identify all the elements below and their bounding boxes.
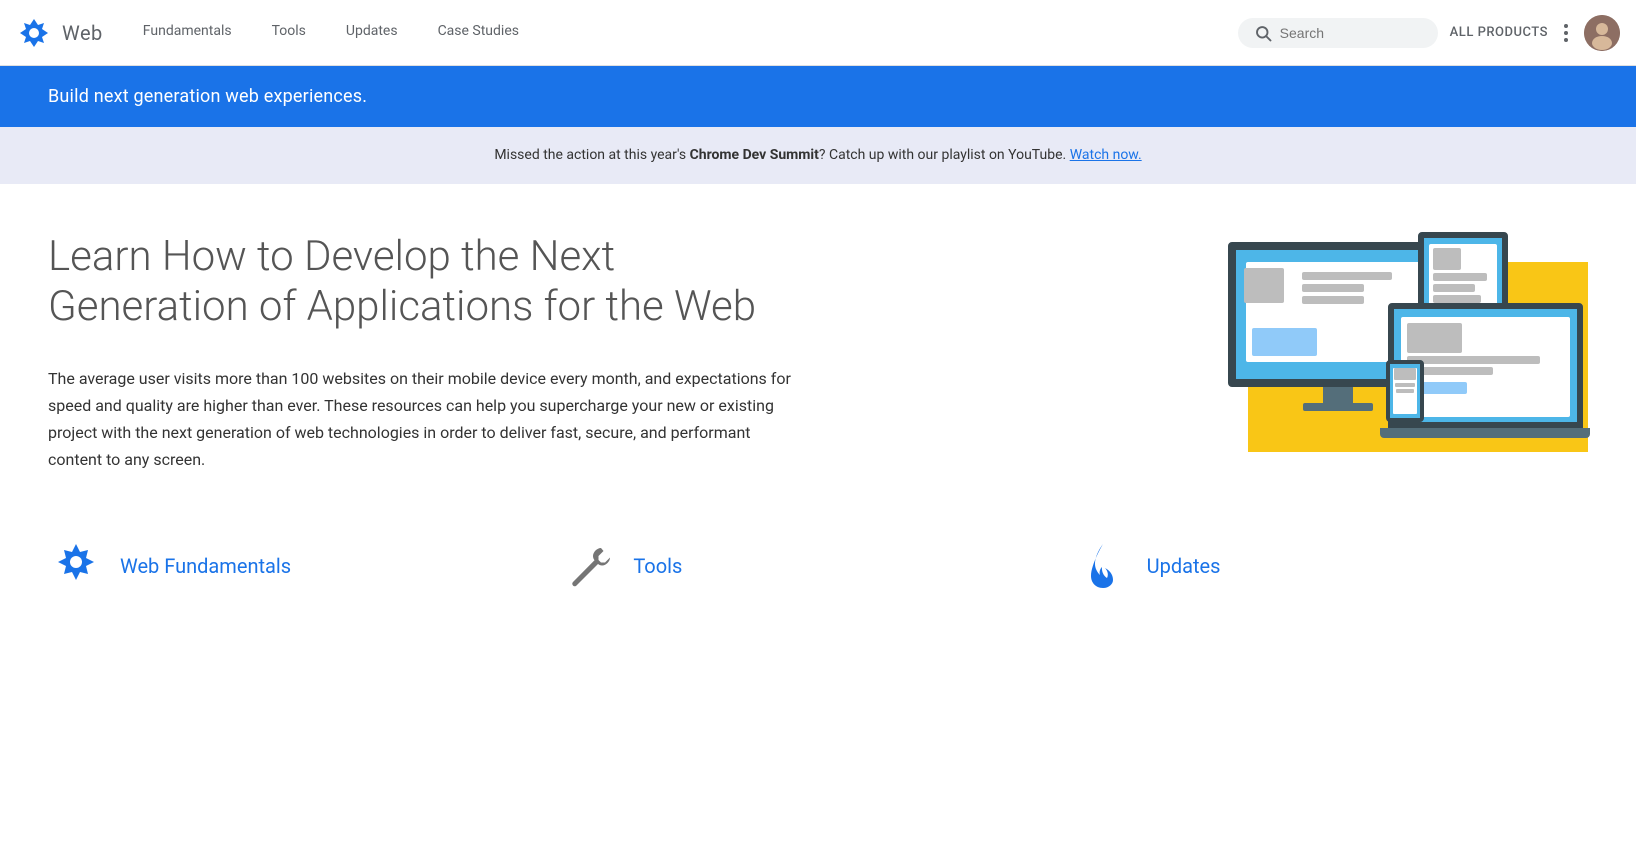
announcement-bold: Chrome Dev Summit [690,147,819,163]
announcement-text: Missed the action at this year's Chrome … [494,145,1141,166]
bottom-nav-updates[interactable]: Updates [1075,538,1588,594]
logo-text: Web [62,21,103,45]
nav-links: Fundamentals Tools Updates Case Studies [127,0,1238,66]
bottom-nav-tools[interactable]: Tools [561,538,1074,594]
announcement-prefix: Missed the action at this year's [494,147,689,163]
monitor-stand [1323,387,1353,403]
announcement-suffix: ? Catch up with our playlist on YouTube. [819,147,1070,163]
phone-device [1386,360,1428,422]
main-content: Learn How to Develop the Next Generation… [0,184,1636,506]
updates-icon [1075,538,1131,594]
watch-now-link[interactable]: Watch now. [1070,147,1142,163]
laptop-base [1380,428,1590,438]
hero-text: Build next generation web experiences. [48,86,367,107]
nav-link-fundamentals[interactable]: Fundamentals [127,0,248,66]
bottom-nav-fundamentals[interactable]: Web Fundamentals [48,538,561,594]
search-input[interactable] [1280,25,1420,41]
phone-screen [1386,360,1424,422]
hero-banner: Build next generation web experiences. [0,66,1636,127]
logo-icon [16,15,52,51]
main-nav: Web Fundamentals Tools Updates Case Stud… [0,0,1636,66]
all-products-label[interactable]: ALL PRODUCTS [1450,25,1548,40]
monitor-base [1303,403,1373,411]
search-container[interactable] [1238,18,1438,48]
nav-right: ALL PRODUCTS [1238,15,1620,51]
more-options-icon[interactable] [1560,20,1572,46]
content-left: Learn How to Develop the Next Generation… [48,232,1188,474]
nav-link-case-studies[interactable]: Case Studies [422,0,535,66]
nav-link-updates[interactable]: Updates [330,0,414,66]
announcement-bar: Missed the action at this year's Chrome … [0,127,1636,184]
device-illustration-container [1228,232,1588,452]
web-fundamentals-icon [48,538,104,594]
device-illustration [1228,232,1588,452]
phone-content [1393,368,1417,414]
nav-link-tools[interactable]: Tools [256,0,322,66]
content-grid: Learn How to Develop the Next Generation… [48,232,1588,474]
tools-label: Tools [633,554,682,578]
main-description: The average user visits more than 100 we… [48,365,798,474]
avatar[interactable] [1584,15,1620,51]
web-fundamentals-label: Web Fundamentals [120,554,291,578]
bottom-nav: Web Fundamentals Tools Updates [0,506,1636,610]
search-icon [1254,24,1272,42]
updates-label: Updates [1147,554,1221,578]
logo[interactable]: Web [16,15,103,51]
main-heading: Learn How to Develop the Next Generation… [48,232,798,333]
tools-icon [561,538,617,594]
